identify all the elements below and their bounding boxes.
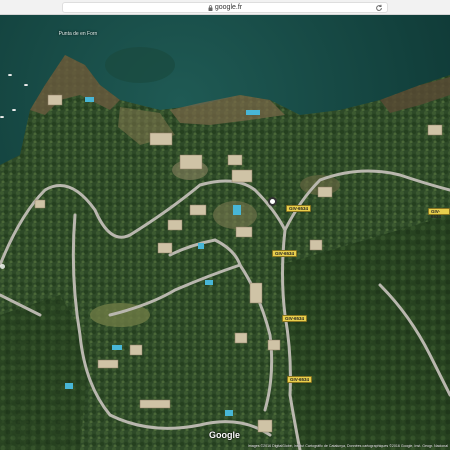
house	[317, 186, 333, 198]
location-pin[interactable]	[268, 197, 277, 206]
pool	[225, 410, 233, 416]
pool	[85, 97, 94, 102]
lock-icon	[208, 4, 213, 11]
reload-icon[interactable]	[375, 4, 383, 12]
pool	[246, 110, 260, 115]
satellite-map[interactable]: Punta de en Forn GIV-6534 GIV-6534 GIV-6…	[0, 15, 450, 450]
place-label: Punta de en Forn	[58, 31, 98, 37]
road-badge: GIV-6534	[272, 250, 298, 257]
house	[167, 219, 183, 231]
road-badge: GIV-6534	[282, 315, 308, 322]
road-badge: GIV-6534	[428, 208, 450, 219]
road-badge: GIV-6534	[287, 376, 313, 383]
house	[235, 226, 253, 238]
house	[257, 419, 273, 433]
house	[267, 339, 281, 351]
house	[129, 344, 143, 356]
house	[231, 169, 253, 183]
house	[427, 124, 443, 136]
house	[249, 282, 263, 304]
pool	[65, 383, 73, 389]
browser-address-bar: google.fr	[0, 0, 450, 15]
map-copyright: Images ©2016 DigitalGlobe, Institut Cart…	[247, 444, 448, 448]
url-field[interactable]: google.fr	[62, 2, 388, 13]
house	[149, 132, 173, 146]
house	[47, 94, 63, 106]
house	[189, 204, 207, 216]
house	[139, 399, 171, 409]
pool	[205, 280, 213, 285]
house	[179, 154, 203, 170]
house	[309, 239, 323, 251]
house	[97, 359, 119, 369]
google-logo: Google	[209, 430, 240, 440]
map-marker-dot[interactable]	[0, 264, 5, 269]
house	[227, 154, 243, 166]
house	[34, 199, 46, 209]
pool	[198, 243, 204, 249]
house	[234, 332, 248, 344]
pool	[112, 345, 122, 350]
house	[157, 242, 173, 254]
pool	[233, 205, 241, 215]
road-badge: GIV-6534	[286, 205, 312, 212]
satellite-imagery	[0, 15, 450, 450]
url-text: google.fr	[214, 4, 243, 11]
